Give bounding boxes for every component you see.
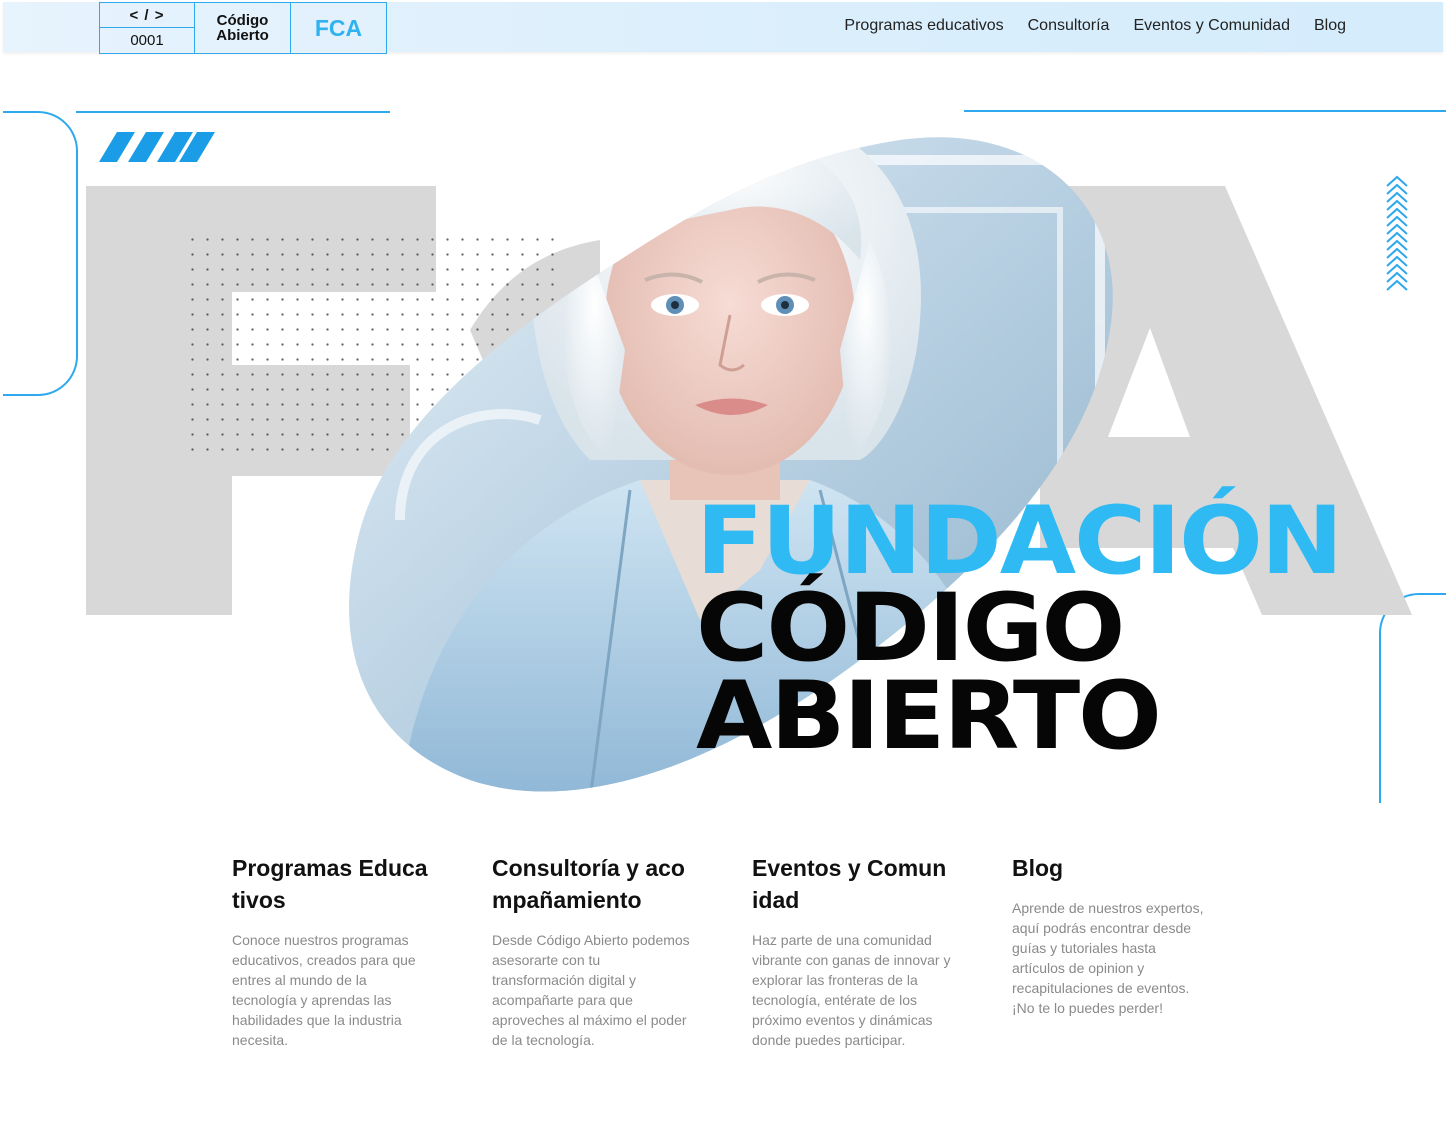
feature-eventos: Eventos y Comunidad Haz parte de una com… <box>752 852 952 1050</box>
feature-programas: Programas Educativos Conoce nuestros pro… <box>232 852 432 1050</box>
feature-blog: Blog Aprende de nuestros expertos, aquí … <box>1012 852 1212 1050</box>
feature-title: Eventos y Comunidad <box>752 855 947 913</box>
feature-title: Consultoría y acompañamiento <box>492 855 685 913</box>
feature-text: Conoce nuestros programas educativos, cr… <box>232 932 416 1048</box>
feature-text: Aprende de nuestros expertos, aquí podrá… <box>1012 900 1204 1016</box>
feature-title: Programas Educativos <box>232 855 428 913</box>
hero-title-line1: FUNDACIÓN <box>696 487 1343 596</box>
chevrons-up-icon <box>1386 175 1408 291</box>
feature-text: Desde Código Abierto podemos asesorarte … <box>492 932 690 1048</box>
feature-consultoria: Consultoría y acompañamiento Desde Códig… <box>492 852 692 1050</box>
hero-section: FUNDACIÓN CÓDIGO ABIERTO <box>0 0 1446 820</box>
feature-title: Blog <box>1012 855 1064 881</box>
hero-title-line2: CÓDIGO <box>696 574 1125 684</box>
feature-text: Haz parte de una comunidad vibrante con … <box>752 932 951 1048</box>
hero-title-line3: ABIERTO <box>696 661 1162 771</box>
hero-title: FUNDACIÓN CÓDIGO ABIERTO <box>696 494 1343 763</box>
features-section: Programas Educativos Conoce nuestros pro… <box>232 852 1212 1050</box>
